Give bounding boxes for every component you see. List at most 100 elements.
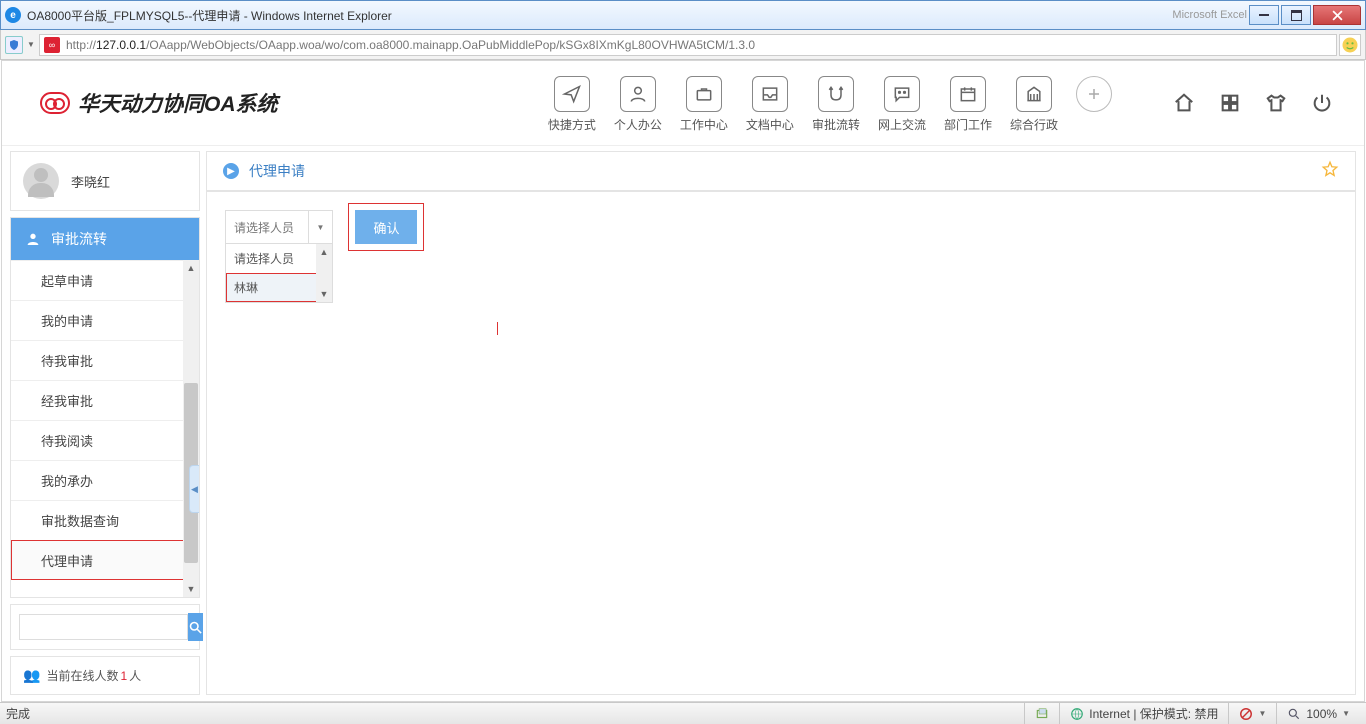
online-suffix: 人	[129, 667, 141, 684]
confirm-button[interactable]: 确认	[355, 210, 417, 244]
ie-icon: e	[5, 7, 21, 23]
status-protected-mode[interactable]: ▼	[1228, 703, 1276, 724]
shield-dropdown-icon[interactable]: ▼	[27, 40, 37, 49]
favorite-button[interactable]	[1321, 160, 1339, 183]
close-button[interactable]	[1313, 5, 1361, 25]
logo-icon	[40, 92, 70, 114]
sidebar-section-title: 审批流转	[51, 229, 107, 249]
briefcase-icon	[686, 76, 722, 112]
inbox-icon	[752, 76, 788, 112]
main-titlebar: ▶ 代理申请	[206, 151, 1356, 191]
user-icon	[620, 76, 656, 112]
sidebar-collapse-icon[interactable]: ◀	[189, 465, 200, 513]
sidebar-item-proxy-apply[interactable]: 代理申请	[11, 540, 199, 580]
select-toggle[interactable]: 请选择人员 ▼	[225, 210, 333, 244]
sidebar-item-to-read[interactable]: 待我阅读	[11, 420, 199, 460]
scroll-up-icon[interactable]: ▲	[316, 244, 332, 260]
online-count: 👥 当前在线人数 1人	[10, 656, 200, 695]
favicon-icon: ∞	[44, 37, 60, 53]
main: ▶ 代理申请 请选择人员 ▼ 请选择人员 林琳	[206, 151, 1356, 701]
online-number: 1	[120, 669, 127, 683]
scroll-down-icon[interactable]: ▼	[316, 286, 332, 302]
app-header: 华天动力协同OA系统 快捷方式 个人办公 工作中心 文档中心 审批流转 网上交流…	[2, 61, 1364, 146]
topnav-approval[interactable]: 审批流转	[812, 76, 860, 131]
top-util	[1172, 91, 1334, 115]
page: 华天动力协同OA系统 快捷方式 个人办公 工作中心 文档中心 审批流转 网上交流…	[1, 60, 1365, 702]
sidebar: 李晓红 审批流转 起草申请 我的申请 待我审批 经我审批 待我阅读 我的承办 审…	[10, 151, 200, 701]
zoom-icon	[1287, 707, 1301, 721]
topnav-shortcut[interactable]: 快捷方式	[548, 76, 596, 131]
top-nav: 快捷方式 个人办公 工作中心 文档中心 审批流转 网上交流 部门工作 综合行政	[548, 76, 1112, 131]
search-icon	[188, 620, 203, 635]
logo: 华天动力协同OA系统	[40, 88, 278, 118]
chevron-down-icon: ▼	[1342, 709, 1350, 718]
calendar-icon	[950, 76, 986, 112]
select-value: 请选择人员	[226, 219, 308, 236]
scroll-down-icon[interactable]: ▼	[183, 581, 199, 597]
status-bar: 完成 Internet | 保护模式: 禁用 ▼ 100% ▼	[0, 702, 1366, 724]
topnav-work[interactable]: 工作中心	[680, 76, 728, 131]
status-zoom[interactable]: 100% ▼	[1276, 703, 1360, 724]
address-bar: ▼ ∞ http://127.0.0.1/OAapp/WebObjects/OA…	[0, 30, 1366, 60]
topnav-chat[interactable]: 网上交流	[878, 76, 926, 131]
paper-plane-icon	[554, 76, 590, 112]
sidebar-item-pending[interactable]: 待我审批	[11, 340, 199, 380]
status-done: 完成	[6, 705, 30, 722]
user-name: 李晓红	[71, 172, 110, 191]
sidebar-section-approval[interactable]: 审批流转	[11, 218, 199, 260]
topnav-add[interactable]	[1076, 76, 1112, 131]
security-shield-icon[interactable]	[5, 36, 23, 54]
user-card[interactable]: 李晓红	[10, 151, 200, 211]
people-icon: 👥	[23, 667, 40, 684]
topnav-personal[interactable]: 个人办公	[614, 76, 662, 131]
arrow-circle-icon: ▶	[223, 163, 239, 179]
home-icon[interactable]	[1172, 91, 1196, 115]
chevron-down-icon: ▼	[308, 211, 332, 243]
main-body: 请选择人员 ▼ 请选择人员 林琳 ▲ ▼ 确认	[206, 191, 1356, 695]
maximize-button[interactable]	[1281, 5, 1311, 25]
select-dropdown: 请选择人员 林琳 ▲ ▼	[225, 244, 333, 303]
flow-icon	[818, 76, 854, 112]
compat-view-button[interactable]	[1339, 34, 1361, 56]
url-input[interactable]: ∞ http://127.0.0.1/OAapp/WebObjects/OAap…	[39, 34, 1337, 56]
person-select: 请选择人员 ▼ 请选择人员 林琳 ▲ ▼	[225, 210, 333, 244]
shield-off-icon	[1239, 707, 1253, 721]
grid-icon[interactable]	[1218, 91, 1242, 115]
sidebar-item-draft[interactable]: 起草申请	[11, 260, 199, 300]
sidebar-item-my-apply[interactable]: 我的申请	[11, 300, 199, 340]
window-titlebar: e OA8000平台版_FPLMYSQL5--代理申请 - Windows In…	[0, 0, 1366, 30]
main-title: 代理申请	[249, 161, 305, 181]
window-controls	[1247, 5, 1361, 25]
body-row: 李晓红 审批流转 起草申请 我的申请 待我审批 经我审批 待我阅读 我的承办 审…	[2, 146, 1364, 701]
chevron-down-icon: ▼	[1258, 709, 1266, 718]
online-prefix: 当前在线人数	[46, 667, 118, 684]
chat-icon	[884, 76, 920, 112]
star-icon	[1321, 160, 1339, 178]
status-popup-icon[interactable]	[1024, 703, 1059, 724]
search-button[interactable]	[188, 613, 203, 641]
topnav-admin[interactable]: 综合行政	[1010, 76, 1058, 131]
avatar-icon	[23, 163, 59, 199]
dropdown-scrollbar[interactable]: ▲ ▼	[316, 244, 332, 302]
topnav-docs[interactable]: 文档中心	[746, 76, 794, 131]
sidebar-item-my-task[interactable]: 我的承办	[11, 460, 199, 500]
scroll-up-icon[interactable]: ▲	[183, 260, 199, 276]
window-title: OA8000平台版_FPLMYSQL5--代理申请 - Windows Inte…	[27, 7, 932, 24]
sidebar-menu: 审批流转 起草申请 我的申请 待我审批 经我审批 待我阅读 我的承办 审批数据查…	[10, 217, 200, 598]
globe-icon	[1070, 707, 1084, 721]
power-icon[interactable]	[1310, 91, 1334, 115]
sidebar-item-approved[interactable]: 经我审批	[11, 380, 199, 420]
plus-icon	[1076, 76, 1112, 112]
building-icon	[1016, 76, 1052, 112]
sidebar-search	[10, 604, 200, 650]
minimize-button[interactable]	[1249, 5, 1279, 25]
text-caret	[497, 322, 498, 335]
sidebar-item-query[interactable]: 审批数据查询	[11, 500, 199, 540]
sidebar-scrollbar[interactable]: ▲ ▼	[183, 260, 199, 597]
shirt-icon[interactable]	[1264, 91, 1288, 115]
background-app-hint: Microsoft Excel	[1172, 9, 1247, 21]
search-input[interactable]	[19, 614, 188, 640]
status-security-zone[interactable]: Internet | 保护模式: 禁用	[1059, 703, 1228, 724]
topnav-dept[interactable]: 部门工作	[944, 76, 992, 131]
user-fill-icon	[25, 231, 41, 247]
